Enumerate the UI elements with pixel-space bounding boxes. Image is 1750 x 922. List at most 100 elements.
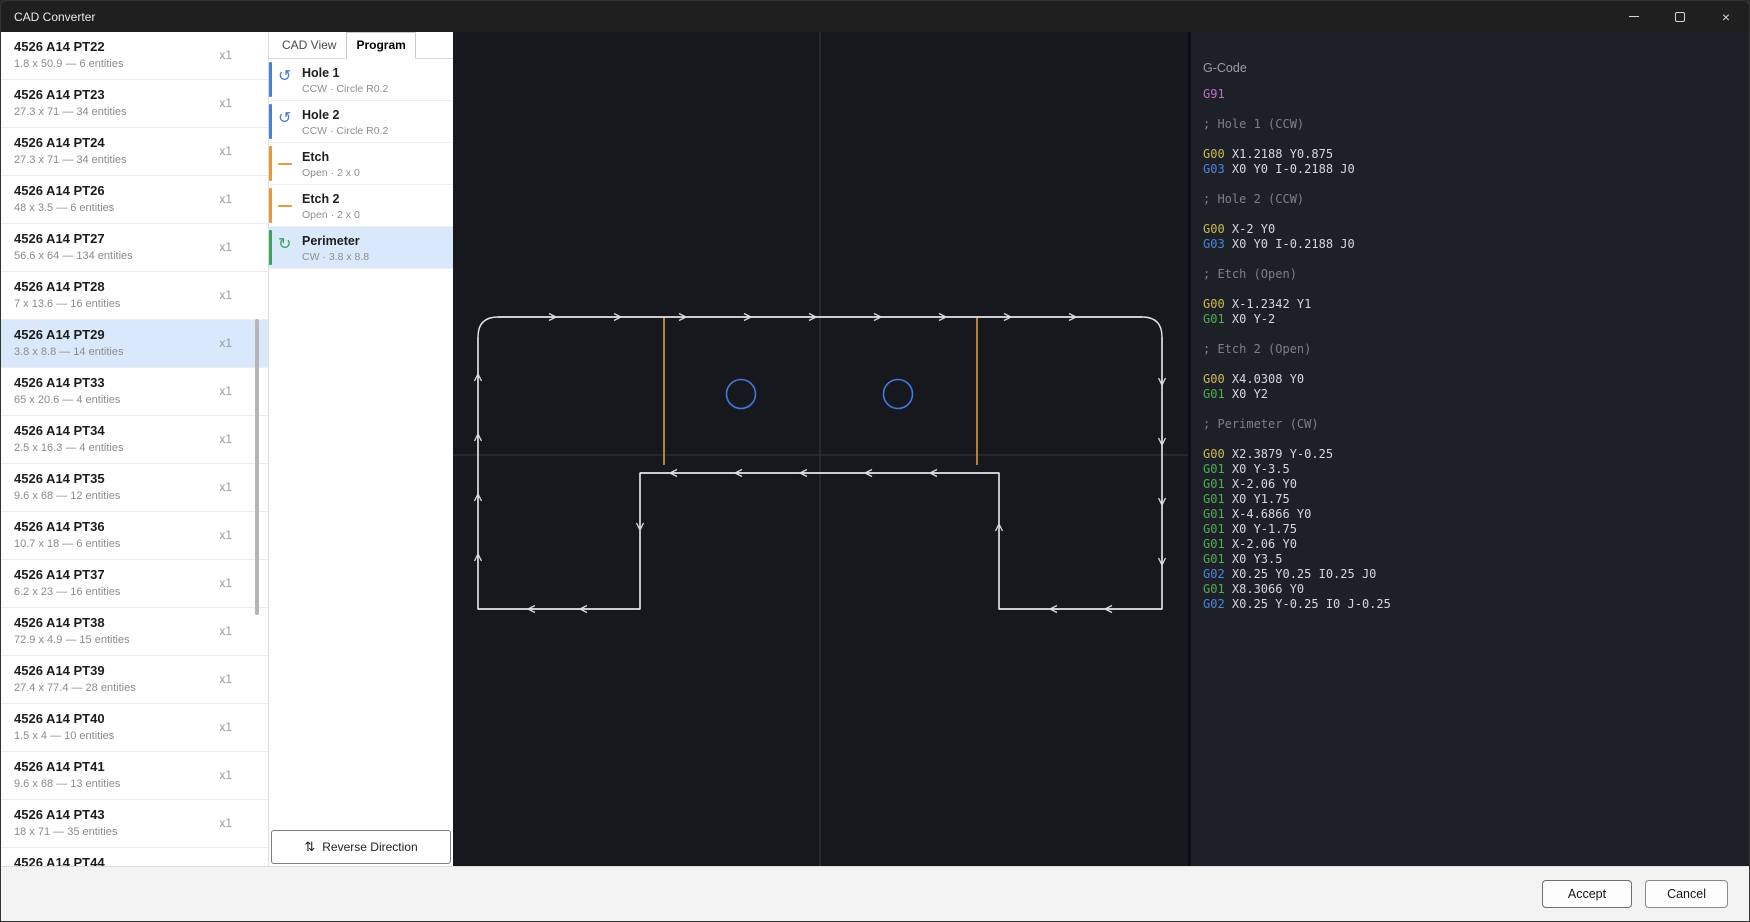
gcode-line [1203, 282, 1739, 297]
part-list-item[interactable]: 4526 A14 PT342.5 x 16.3 — 4 entitiesx1 [1, 416, 268, 464]
gcode-panel: G-Code G91; Hole 1 (CCW)G00 X1.2188 Y0.8… [1191, 32, 1749, 866]
part-list-item[interactable]: 4526 A14 PT44x1 [1, 848, 268, 866]
part-list-item[interactable]: 4526 A14 PT419.6 x 68 — 13 entitiesx1 [1, 752, 268, 800]
parts-list: 4526 A14 PT221.8 x 50.9 — 6 entitiesx145… [1, 32, 268, 866]
part-name: 4526 A14 PT26 [14, 183, 208, 198]
ccw-arrow-icon: ↺ [278, 69, 291, 85]
close-button[interactable]: × [1703, 1, 1749, 32]
gcode-header: G-Code [1203, 60, 1739, 77]
part-details: 56.6 x 64 — 134 entities [14, 250, 208, 262]
gcode-line: G01 X-2.06 Y0 [1203, 477, 1739, 492]
gcode-line: G01 X0 Y-3.5 [1203, 462, 1739, 477]
operation-accent [269, 146, 272, 181]
window-controls: × [1611, 1, 1749, 32]
part-quantity: x1 [219, 48, 232, 62]
minimize-button[interactable] [1611, 1, 1657, 32]
operation-title: Perimeter [302, 234, 445, 248]
part-list-item[interactable]: 4526 A14 PT287 x 13.6 — 16 entitiesx1 [1, 272, 268, 320]
gcode-line: G01 X-4.6866 Y0 [1203, 507, 1739, 522]
part-list-item[interactable]: 4526 A14 PT27 56.6 x 64 — 134 entities x1 [1, 224, 268, 272]
part-list-item[interactable]: 4526 A14 PT2427.3 x 71 — 34 entitiesx1 [1, 128, 268, 176]
part-list-item[interactable]: 4526 A14 PT23 27.3 x 71 — 34 entities x1 [1, 80, 268, 128]
operation-title: Etch [302, 150, 445, 164]
part-quantity: x1 [219, 672, 232, 686]
part-list-item[interactable]: 4526 A14 PT221.8 x 50.9 — 6 entitiesx1 [1, 32, 268, 80]
window-title: CAD Converter [1, 10, 95, 24]
operation-item[interactable]: ↻PerimeterCW · 3.8 x 8.8 [269, 227, 453, 269]
operation-subtitle: Open · 2 x 0 [302, 209, 445, 221]
operation-item[interactable]: ↺Hole 2CCW · Circle R0.2 [269, 101, 453, 143]
minimize-icon [1629, 16, 1639, 17]
gcode-line: ; Etch 2 (Open) [1203, 342, 1739, 357]
part-name: 4526 A14 PT27 [14, 231, 208, 246]
part-details: 6.2 x 23 — 16 entities [14, 586, 208, 598]
operation-subtitle: CW · 3.8 x 8.8 [302, 251, 445, 263]
maximize-button[interactable] [1657, 1, 1703, 32]
main-content: 4526 A14 PT221.8 x 50.9 — 6 entitiesx145… [1, 32, 1749, 866]
cancel-button[interactable]: Cancel [1645, 880, 1728, 908]
tab-program[interactable]: Program [346, 32, 415, 59]
part-list-item[interactable]: 4526 A14 PT3927.4 x 77.4 — 28 entitiesx1 [1, 656, 268, 704]
gcode-line [1203, 177, 1739, 192]
operation-title: Hole 2 [302, 108, 445, 122]
part-name: 4526 A14 PT37 [14, 567, 208, 582]
part-details: 7 x 13.6 — 16 entities [14, 298, 208, 310]
part-list-item[interactable]: 4526 A14 PT293.8 x 8.8 — 14 entitiesx1 [1, 320, 268, 368]
part-quantity: x1 [219, 816, 232, 830]
part-quantity: x1 [219, 528, 232, 542]
part-list-item[interactable]: 4526 A14 PT376.2 x 23 — 16 entitiesx1 [1, 560, 268, 608]
program-panel: CAD ViewProgram ↺Hole 1CCW · Circle R0.2… [269, 32, 453, 866]
gcode-line: G00 X-2 Y0 [1203, 222, 1739, 237]
part-list-item[interactable]: 4526 A14 PT359.6 x 68 — 12 entitiesx1 [1, 464, 268, 512]
part-list-item[interactable]: 4526 A14 PT40 1.5 x 4 — 10 entities x1 [1, 704, 268, 752]
gcode-line [1203, 432, 1739, 447]
part-name: 4526 A14 PT44 [14, 855, 208, 866]
reverse-direction-button[interactable]: ⇅ Reverse Direction [271, 830, 451, 864]
part-quantity: x1 [219, 432, 232, 446]
part-name: 4526 A14 PT40 [14, 711, 208, 726]
gcode-lines: G91; Hole 1 (CCW)G00 X1.2188 Y0.875G03 X… [1203, 87, 1739, 612]
part-name: 4526 A14 PT22 [14, 39, 208, 54]
operation-item[interactable]: ↺Hole 1CCW · Circle R0.2 [269, 59, 453, 101]
cad-canvas[interactable] [453, 32, 1188, 866]
part-list-item[interactable]: 4526 A14 PT3872.9 x 4.9 — 15 entitiesx1 [1, 608, 268, 656]
part-quantity: x1 [219, 240, 232, 254]
part-quantity: x1 [219, 720, 232, 734]
part-name: 4526 A14 PT41 [14, 759, 208, 774]
operation-accent [269, 104, 272, 139]
gcode-line: G03 X0 Y0 I-0.2188 J0 [1203, 237, 1739, 252]
gcode-line [1203, 102, 1739, 117]
part-name: 4526 A14 PT34 [14, 423, 208, 438]
operation-subtitle: Open · 2 x 0 [302, 167, 445, 179]
sidebar-scrollbar-thumb[interactable] [255, 319, 259, 615]
accept-button[interactable]: Accept [1542, 880, 1632, 908]
gcode-line: G01 X0 Y2 [1203, 387, 1739, 402]
part-list-item[interactable]: 4526 A14 PT3365 x 20.6 — 4 entitiesx1 [1, 368, 268, 416]
cad-converter-window: CAD Converter × 4526 A14 PT221.8 x 50.9 … [0, 0, 1750, 922]
operation-accent [269, 230, 272, 265]
hole-circle [727, 380, 756, 409]
part-details: 27.3 x 71 — 34 entities [14, 106, 208, 118]
part-quantity: x1 [219, 96, 232, 110]
operation-title: Etch 2 [302, 192, 445, 206]
part-details: 18 x 71 — 35 entities [14, 826, 208, 838]
titlebar[interactable]: CAD Converter × [1, 1, 1749, 32]
tabstrip: CAD ViewProgram [269, 32, 453, 59]
part-list-item[interactable]: 4526 A14 PT2648 x 3.5 — 6 entitiesx1 [1, 176, 268, 224]
part-name: 4526 A14 PT28 [14, 279, 208, 294]
part-list-item[interactable]: 4526 A14 PT3610.7 x 18 — 6 entitiesx1 [1, 512, 268, 560]
tab-cad-view[interactable]: CAD View [272, 32, 346, 59]
part-quantity: x1 [219, 384, 232, 398]
part-details: 1.5 x 4 — 10 entities [14, 730, 208, 742]
gcode-line: G01 X8.3066 Y0 [1203, 582, 1739, 597]
gcode-line: G00 X4.0308 Y0 [1203, 372, 1739, 387]
part-details: 10.7 x 18 — 6 entities [14, 538, 208, 550]
operation-item[interactable]: Etch 2 Open · 2 x 0 [269, 185, 453, 227]
part-name: 4526 A14 PT29 [14, 327, 208, 342]
etch-line-icon [278, 163, 292, 165]
part-list-item[interactable]: 4526 A14 PT4318 x 71 — 35 entitiesx1 [1, 800, 268, 848]
part-name: 4526 A14 PT23 [14, 87, 208, 102]
operation-item[interactable]: Etch Open · 2 x 0 [269, 143, 453, 185]
cad-canvas-svg[interactable] [453, 32, 1188, 866]
part-details: 9.6 x 68 — 12 entities [14, 490, 208, 502]
